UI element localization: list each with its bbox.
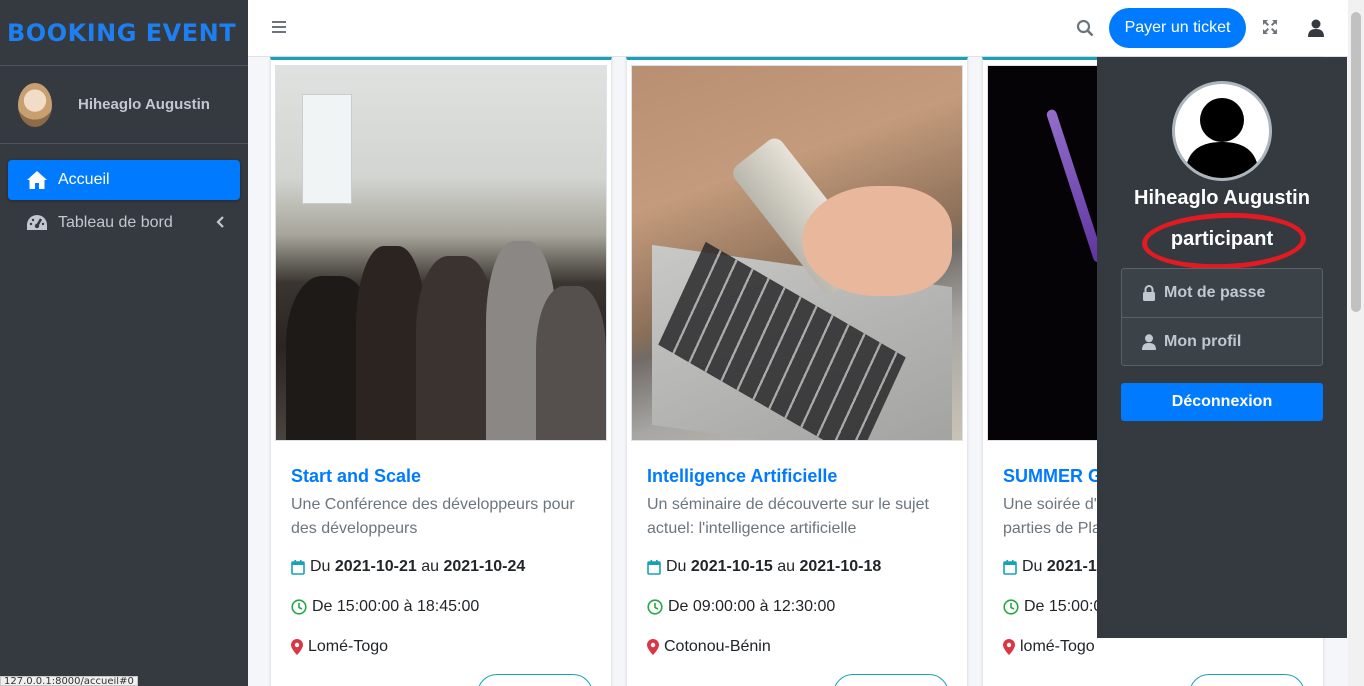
chevron-left-icon [216, 215, 224, 233]
date-separator: au [421, 558, 439, 575]
event-date: Du 2021-10-21 au 2021-10-24 [291, 558, 525, 576]
date-prefix: Du [1022, 558, 1043, 575]
date-end: 2021-10-18 [799, 558, 882, 575]
location-text: lomé-Togo [1020, 638, 1095, 655]
location-text: Cotonou-Bénin [664, 638, 771, 655]
sidebar-nav: Accueil Tableau de bord [0, 144, 248, 262]
event-time: De 15:00:0 [1003, 598, 1102, 616]
profile-avatar-icon [1172, 81, 1272, 181]
event-action-button[interactable] [1189, 674, 1305, 686]
map-marker-icon [291, 639, 303, 655]
event-card: Intelligence Artificielle Un séminaire d… [626, 57, 968, 686]
time-range: De 09:00:00 à 12:30:00 [668, 598, 836, 615]
date-prefix: Du [666, 558, 687, 575]
user-name[interactable]: Hiheaglo Augustin [78, 96, 210, 113]
description-line: parties de Pla [1003, 520, 1101, 537]
date-separator: au [777, 558, 795, 575]
lock-icon [1143, 285, 1155, 301]
dashboard-icon [26, 213, 48, 233]
brand[interactable]: BOOKING EVENT [0, 0, 248, 66]
event-time: De 09:00:00 à 12:30:00 [647, 598, 835, 616]
date-prefix: Du [310, 558, 331, 575]
clock-icon [647, 599, 663, 615]
event-title[interactable]: Intelligence Artificielle [647, 466, 951, 487]
event-location: Cotonou-Bénin [647, 638, 771, 656]
event-title[interactable]: Start and Scale [291, 466, 595, 487]
event-description: Un séminaire de découverte sur le sujet … [647, 496, 929, 537]
brand-title[interactable]: BOOKING EVENT [7, 19, 236, 47]
menu-item-label: Mon profil [1164, 332, 1242, 350]
calendar-icon [291, 560, 305, 575]
pay-ticket-button[interactable]: Payer un ticket [1109, 8, 1246, 48]
profile-menu-list: Mot de passe Mon profil [1121, 268, 1323, 366]
event-date: Du 2021-10-15 au 2021-10-18 [647, 558, 881, 576]
user-icon[interactable] [1308, 19, 1324, 42]
event-location: lomé-Togo [1003, 638, 1095, 656]
event-time: De 15:00:00 à 18:45:00 [291, 598, 479, 616]
menu-item-profile[interactable]: Mon profil [1122, 317, 1322, 365]
clock-icon [1003, 599, 1019, 615]
sidebar-item-label: Tableau de bord [58, 214, 173, 231]
time-range: De 15:00:0 [1024, 598, 1103, 615]
event-date: Du 2021-1 [1003, 558, 1097, 576]
event-action-button[interactable] [833, 674, 949, 686]
event-image [631, 65, 963, 441]
event-card: Start and Scale Une Conférence des dével… [270, 57, 612, 686]
menu-toggle-icon[interactable] [272, 20, 286, 39]
map-marker-icon [647, 639, 659, 655]
event-description: Une Conférence des développeurs pour des… [291, 496, 575, 537]
sidebar: BOOKING EVENT Hiheaglo Augustin Accueil … [0, 0, 248, 686]
calendar-icon [647, 560, 661, 575]
date-start: 2021-10-21 [334, 558, 417, 575]
date-start: 2021-10-15 [690, 558, 773, 575]
map-marker-icon [1003, 639, 1015, 655]
clock-icon [291, 599, 307, 615]
event-action-button[interactable] [477, 674, 593, 686]
event-image [275, 65, 607, 441]
scrollbar-thumb[interactable] [1351, 12, 1361, 312]
user-dropdown-menu: Hiheaglo Augustin participant Mot de pas… [1097, 57, 1347, 638]
date-end: 2021-10-24 [443, 558, 526, 575]
sidebar-item-accueil[interactable]: Accueil [8, 160, 240, 200]
date-start: 2021-1 [1046, 558, 1097, 575]
event-location: Lomé-Togo [291, 638, 388, 656]
profile-name: Hiheaglo Augustin [1134, 187, 1310, 209]
location-text: Lomé-Togo [308, 638, 389, 655]
event-body: Start and Scale Une Conférence des dével… [291, 466, 595, 541]
scrollbar[interactable] [1348, 0, 1364, 686]
search-icon[interactable] [1076, 19, 1094, 42]
sidebar-item-label: Accueil [58, 171, 110, 188]
event-body: Intelligence Artificielle Un séminaire d… [647, 466, 951, 541]
calendar-icon [1003, 560, 1017, 575]
logout-button[interactable]: Déconnexion [1121, 383, 1323, 421]
menu-item-label: Mot de passe [1164, 284, 1266, 301]
avatar[interactable] [18, 82, 52, 127]
home-icon [26, 170, 48, 190]
fullscreen-icon[interactable] [1262, 19, 1278, 40]
profile-role: participant [1170, 228, 1274, 250]
user-icon [1142, 333, 1156, 350]
top-navbar: Payer un ticket [248, 0, 1348, 57]
menu-item-password[interactable]: Mot de passe [1122, 269, 1322, 317]
time-range: De 15:00:00 à 18:45:00 [312, 598, 480, 615]
description-line: Une soirée d' [1003, 496, 1097, 513]
user-panel: Hiheaglo Augustin [0, 66, 248, 144]
sidebar-item-tableau-de-bord[interactable]: Tableau de bord [8, 203, 240, 243]
status-url: 127.0.0.1:8000/accueil#0 [0, 676, 138, 686]
